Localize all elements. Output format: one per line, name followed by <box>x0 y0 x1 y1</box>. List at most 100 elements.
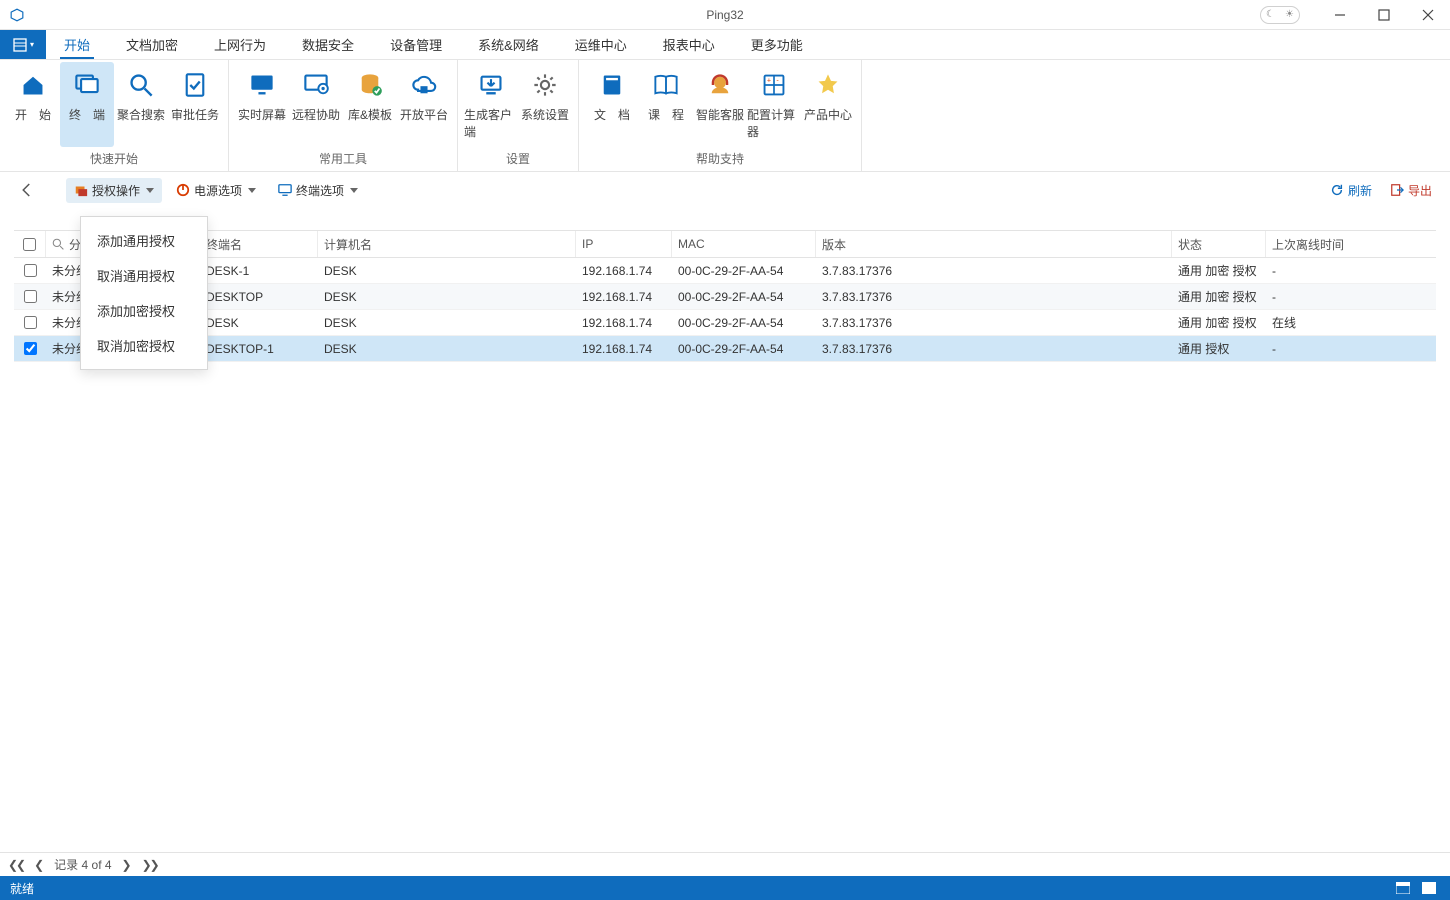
header-status[interactable]: 状态 <box>1172 231 1266 257</box>
menu-tab[interactable]: 文档加密 <box>108 30 196 59</box>
table-row[interactable]: 未分组DESKDESK192.168.1.7400-0C-29-2F-AA-54… <box>14 310 1436 336</box>
ribbon-remote-button[interactable]: 远程协助 <box>289 62 343 147</box>
ribbon-item-label: 聚合搜索 <box>117 106 165 123</box>
support-icon <box>706 68 734 102</box>
table-row[interactable]: 未分组DESKTOPDESK192.168.1.7400-0C-29-2F-AA… <box>14 284 1436 310</box>
menu-tab[interactable]: 系统&网络 <box>460 30 557 59</box>
ribbon-support-button[interactable]: 智能客服 <box>693 62 747 147</box>
ribbon-star-button[interactable]: 产品中心 <box>801 62 855 147</box>
dropdown-item[interactable]: 添加加密授权 <box>81 293 207 328</box>
table-row[interactable]: 未分组DESK-1DESK192.168.1.7400-0C-29-2F-AA-… <box>14 258 1436 284</box>
ribbon-item-label: 审批任务 <box>171 106 219 123</box>
cell-status: 通用 加密 授权 <box>1172 258 1266 283</box>
refresh-button[interactable]: 刷新 <box>1324 182 1378 199</box>
search-icon <box>52 238 65 251</box>
ribbon-approve-button[interactable]: 审批任务 <box>168 62 222 147</box>
ribbon-search-button[interactable]: 聚合搜索 <box>114 62 168 147</box>
book-icon <box>598 68 626 102</box>
ribbon-group: 实时屏幕远程协助库&模板开放平台常用工具 <box>229 60 458 171</box>
header-version[interactable]: 版本 <box>816 231 1172 257</box>
menu-tab[interactable]: 运维中心 <box>557 30 645 59</box>
approve-icon <box>181 68 209 102</box>
cell-version: 3.7.83.17376 <box>816 336 1172 361</box>
cell-computer: DESK <box>318 336 576 361</box>
cell-status: 通用 加密 授权 <box>1172 310 1266 335</box>
menu-tabs: ▾ 开始文档加密上网行为数据安全设备管理系统&网络运维中心报表中心更多功能 <box>0 30 1450 60</box>
row-checkbox[interactable] <box>24 342 37 355</box>
cell-last-offline: - <box>1266 336 1436 361</box>
power-icon <box>176 183 190 197</box>
ribbon-openbook-button[interactable]: 课 程 <box>639 62 693 147</box>
menu-tab[interactable]: 开始 <box>46 30 108 59</box>
header-last-offline[interactable]: 上次离线时间 <box>1266 231 1436 257</box>
menu-tab[interactable]: 数据安全 <box>284 30 372 59</box>
ribbon-item-label: 生成客户端 <box>464 106 518 140</box>
cell-last-offline: 在线 <box>1266 310 1436 335</box>
ribbon-cloud-button[interactable]: 开放平台 <box>397 62 451 147</box>
dropdown-item[interactable]: 添加通用授权 <box>81 223 207 258</box>
back-button[interactable] <box>12 175 42 205</box>
menu-tab[interactable]: 设备管理 <box>372 30 460 59</box>
file-menu-button[interactable]: ▾ <box>0 30 46 59</box>
view-mode-list-button[interactable] <box>1418 880 1440 896</box>
row-checkbox[interactable] <box>24 316 37 329</box>
home-icon <box>19 68 47 102</box>
page-next-button[interactable]: ❯ <box>122 858 132 872</box>
header-mac[interactable]: MAC <box>672 231 816 257</box>
close-button[interactable] <box>1406 0 1450 30</box>
cell-last-offline: - <box>1266 284 1436 309</box>
header-terminal[interactable]: 终端名 <box>200 231 318 257</box>
export-icon <box>1390 183 1404 197</box>
ribbon-calc-button[interactable]: +-配置计算器 <box>747 62 801 147</box>
svg-text:-: - <box>776 77 779 85</box>
dropdown-item[interactable]: 取消通用授权 <box>81 258 207 293</box>
cell-ip: 192.168.1.74 <box>576 284 672 309</box>
cell-computer: DESK <box>318 258 576 283</box>
export-button[interactable]: 导出 <box>1384 182 1438 199</box>
row-checkbox[interactable] <box>24 264 37 277</box>
power-opts-button[interactable]: 电源选项 <box>168 178 264 203</box>
minimize-button[interactable] <box>1318 0 1362 30</box>
page-label: 记录 4 of 4 <box>54 856 111 873</box>
page-last-button[interactable]: ❯❯ <box>142 858 158 872</box>
select-all-checkbox[interactable] <box>23 238 36 251</box>
page-prev-button[interactable]: ❮ <box>34 858 44 872</box>
ribbon-group: 开 始终 端聚合搜索审批任务快速开始 <box>0 60 229 171</box>
ribbon-gear-button[interactable]: 系统设置 <box>518 62 572 147</box>
refresh-icon <box>1330 183 1344 197</box>
menu-tab[interactable]: 报表中心 <box>645 30 733 59</box>
menu-tab[interactable]: 上网行为 <box>196 30 284 59</box>
header-ip[interactable]: IP <box>576 231 672 257</box>
download-icon <box>477 68 505 102</box>
cell-mac: 00-0C-29-2F-AA-54 <box>672 258 816 283</box>
cell-computer: DESK <box>318 310 576 335</box>
ribbon-item-label: 智能客服 <box>696 106 744 123</box>
menu-tab[interactable]: 更多功能 <box>733 30 821 59</box>
header-computer[interactable]: 计算机名 <box>318 231 576 257</box>
theme-toggle[interactable]: ☾☀ <box>1260 6 1300 24</box>
ribbon-item-label: 课 程 <box>648 106 684 123</box>
cell-status: 通用 授权 <box>1172 336 1266 361</box>
ribbon-download-button[interactable]: 生成客户端 <box>464 62 518 147</box>
cell-ip: 192.168.1.74 <box>576 310 672 335</box>
cell-last-offline: - <box>1266 258 1436 283</box>
search-icon <box>127 68 155 102</box>
ribbon-group: 文 档课 程智能客服+-配置计算器产品中心帮助支持 <box>579 60 862 171</box>
maximize-button[interactable] <box>1362 0 1406 30</box>
table-header: 分组 终端名 计算机名 IP MAC 版本 状态 上次离线时间 <box>14 230 1436 258</box>
dropdown-item[interactable]: 取消加密授权 <box>81 328 207 363</box>
cell-version: 3.7.83.17376 <box>816 258 1172 283</box>
page-first-button[interactable]: ❮❮ <box>8 858 24 872</box>
terminal-opts-button[interactable]: 终端选项 <box>270 178 366 203</box>
ribbon-database-button[interactable]: 库&模板 <box>343 62 397 147</box>
ribbon-home-button[interactable]: 开 始 <box>6 62 60 147</box>
ribbon-book-button[interactable]: 文 档 <box>585 62 639 147</box>
view-mode-card-button[interactable] <box>1392 880 1414 896</box>
table-row[interactable]: 未分组DESKTOP-1DESK192.168.1.7400-0C-29-2F-… <box>14 336 1436 362</box>
auth-ops-button[interactable]: 授权操作 <box>66 178 162 203</box>
row-checkbox[interactable] <box>24 290 37 303</box>
ribbon-terminal-button[interactable]: 终 端 <box>60 62 114 147</box>
ribbon-monitor-button[interactable]: 实时屏幕 <box>235 62 289 147</box>
paging-bar: ❮❮ ❮ 记录 4 of 4 ❯ ❯❯ <box>0 852 1450 876</box>
ribbon-item-label: 文 档 <box>594 106 630 123</box>
